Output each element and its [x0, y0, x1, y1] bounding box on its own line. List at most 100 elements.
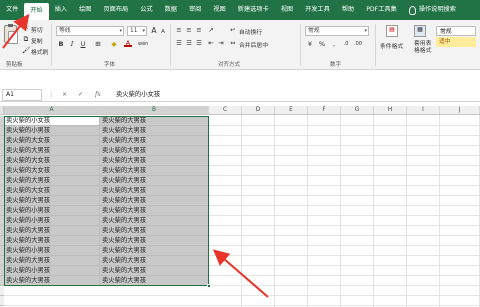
cell-B8[interactable]: 卖火柴的大男孩 — [100, 186, 209, 196]
tab-6[interactable]: 数据 — [159, 0, 183, 20]
cell-A2[interactable]: 卖火柴的小男孩 — [4, 126, 100, 136]
cell-A13[interactable]: 卖火柴的大男孩 — [4, 236, 100, 246]
decrease-decimal-icon[interactable]: .00 — [354, 40, 362, 48]
tab-13[interactable]: PDF工具集 — [360, 0, 403, 20]
column-header-E[interactable]: E — [275, 106, 308, 115]
format-as-table-icon[interactable]: ▦ — [414, 25, 426, 37]
cell-B14[interactable]: 卖火柴的大男孩 — [100, 246, 209, 256]
cell-B3[interactable]: 卖火柴的大男孩 — [100, 136, 209, 146]
column-header-J[interactable]: J — [440, 106, 480, 115]
font-name-select[interactable]: 等线 — [56, 26, 124, 36]
tab-2[interactable]: 插入 — [49, 0, 73, 20]
indent-increase-icon[interactable]: ⇥ — [217, 39, 225, 47]
bold-button[interactable]: B — [57, 40, 65, 48]
cell-B9[interactable]: 卖火柴的大男孩 — [100, 196, 209, 206]
merge-center-icon[interactable]: ⇔ — [229, 39, 237, 47]
align-right-icon[interactable]: ☰ — [195, 39, 203, 47]
format-painter-button[interactable]: 格式刷 — [31, 47, 48, 56]
cell-A9[interactable]: 卖火柴的大男孩 — [4, 196, 100, 206]
name-box[interactable]: A1 — [2, 89, 42, 101]
merge-center-button[interactable]: 合并后居中 — [239, 40, 268, 49]
cancel-icon[interactable]: × — [62, 91, 67, 98]
tab-7[interactable]: 审阅 — [183, 0, 207, 20]
column-header-B[interactable]: B — [100, 106, 209, 115]
formula-input[interactable]: 卖火柴的小女孩 — [116, 89, 160, 101]
cell-B5[interactable]: 卖火柴的大男孩 — [100, 156, 209, 166]
cell-A4[interactable]: 卖火柴的大男孩 — [4, 146, 100, 156]
indent-decrease-icon[interactable]: ⇤ — [207, 39, 215, 47]
tab-9[interactable]: 新建选项卡 — [232, 0, 275, 20]
confirm-icon[interactable]: ✓ — [78, 91, 83, 98]
cell-A10[interactable]: 卖火柴的小男孩 — [4, 206, 100, 216]
column-header-A[interactable]: A — [4, 106, 100, 115]
cell-B12[interactable]: 卖火柴的大男孩 — [100, 226, 209, 236]
cell-A12[interactable]: 卖火柴的大男孩 — [4, 226, 100, 236]
insert-function-icon[interactable]: fx — [95, 91, 101, 98]
column-header-G[interactable]: G — [341, 106, 374, 115]
format-painter-icon[interactable]: 🖌 — [22, 46, 30, 54]
cell-A15[interactable]: 卖火柴的大男孩 — [4, 256, 100, 266]
cell-B17[interactable]: 卖火柴的大男孩 — [100, 276, 209, 286]
shrink-font-icon[interactable]: A — [159, 28, 167, 36]
comma-button[interactable]: , — [330, 40, 338, 48]
align-left-icon[interactable]: ☰ — [175, 39, 183, 47]
worksheet-grid[interactable]: A B C D E F G H I J 卖火柴的小女孩 卖火柴的大男孩 卖火柴的小男孩 卖火柴的大男孩 卖火… — [0, 106, 480, 307]
cell-B6[interactable]: 卖火柴的大男孩 — [100, 166, 209, 176]
style-normal[interactable]: 常规 — [436, 26, 476, 36]
cell-B2[interactable]: 卖火柴的大男孩 — [100, 126, 209, 136]
conditional-format-button[interactable]: 条件格式 — [380, 41, 403, 50]
column-header-D[interactable]: D — [242, 106, 275, 115]
cell-A7[interactable]: 卖火柴的大男孩 — [4, 176, 100, 186]
cell-A17[interactable]: 卖火柴的大男孩 — [4, 276, 100, 286]
align-middle-icon[interactable]: ≡ — [185, 26, 193, 34]
column-header-H[interactable]: H — [374, 106, 407, 115]
style-neutral[interactable]: 适中 — [436, 37, 476, 47]
font-size-select[interactable]: 11 — [127, 26, 147, 36]
more-options-icon[interactable]: ⋮ — [48, 91, 54, 98]
cell-A11[interactable]: 卖火柴的小男孩 — [4, 216, 100, 226]
cell-A14[interactable]: 卖火柴的小男孩 — [4, 246, 100, 256]
format-as-table-button[interactable]: 套用表格格式 — [414, 41, 434, 55]
paste-icon[interactable] — [4, 24, 18, 44]
cell-B13[interactable]: 卖火柴的大男孩 — [100, 236, 209, 246]
cell-A5[interactable]: 卖火柴的大女孩 — [4, 156, 100, 166]
column-header-F[interactable]: F — [308, 106, 341, 115]
number-format-select[interactable]: 常规 — [305, 26, 369, 36]
copy-icon[interactable]: ⧉ — [22, 35, 30, 43]
fill-color-icon[interactable]: ◆ — [110, 40, 118, 48]
cell-A8[interactable]: 卖火柴的大女孩 — [4, 186, 100, 196]
cell-A6[interactable]: 卖火柴的大女孩 — [4, 166, 100, 176]
conditional-format-icon[interactable]: ▤ — [386, 25, 398, 37]
align-bottom-icon[interactable]: ≡ — [195, 26, 203, 34]
underline-button[interactable]: U — [79, 40, 87, 48]
cell-B15[interactable]: 卖火柴的大男孩 — [100, 256, 209, 266]
tell-me-search[interactable]: 操作说明搜索 — [403, 0, 456, 20]
tab-11[interactable]: 开发工具 — [299, 0, 336, 20]
fill-handle[interactable] — [207, 284, 211, 288]
tab-10[interactable]: 视图 — [275, 0, 299, 20]
cell-B11[interactable]: 卖火柴的大男孩 — [100, 216, 209, 226]
column-header-I[interactable]: I — [407, 106, 440, 115]
tab-8[interactable]: 视图 — [207, 0, 231, 20]
align-center-icon[interactable]: ☰ — [185, 39, 193, 47]
cell-B7[interactable]: 卖火柴的大男孩 — [100, 176, 209, 186]
cell-B1[interactable]: 卖火柴的大男孩 — [100, 116, 209, 126]
percent-button[interactable]: % — [318, 40, 326, 48]
wrap-text-icon[interactable]: ↵ — [229, 26, 237, 34]
align-top-icon[interactable]: ≡ — [175, 26, 183, 34]
wrap-text-button[interactable]: 自动换行 — [239, 27, 262, 36]
border-icon[interactable]: ⊞ — [94, 40, 102, 48]
tab-3[interactable]: 绘图 — [73, 0, 97, 20]
italic-button[interactable]: I — [68, 40, 76, 48]
increase-decimal-icon[interactable]: .0 — [342, 40, 350, 48]
tab-5[interactable]: 公式 — [134, 0, 158, 20]
cell-B10[interactable]: 卖火柴的大男孩 — [100, 206, 209, 216]
cell-B4[interactable]: 卖火柴的大男孩 — [100, 146, 209, 156]
cell-A16[interactable]: 卖火柴的小男孩 — [4, 266, 100, 276]
cell-B16[interactable]: 卖火柴的大男孩 — [100, 266, 209, 276]
cut-icon[interactable]: ✂ — [22, 24, 30, 32]
phonetic-icon[interactable]: wén — [138, 40, 148, 48]
cell-A1[interactable]: 卖火柴的小女孩 — [4, 116, 100, 126]
tab-4[interactable]: 页面布局 — [98, 0, 135, 20]
column-header-C[interactable]: C — [209, 106, 242, 115]
